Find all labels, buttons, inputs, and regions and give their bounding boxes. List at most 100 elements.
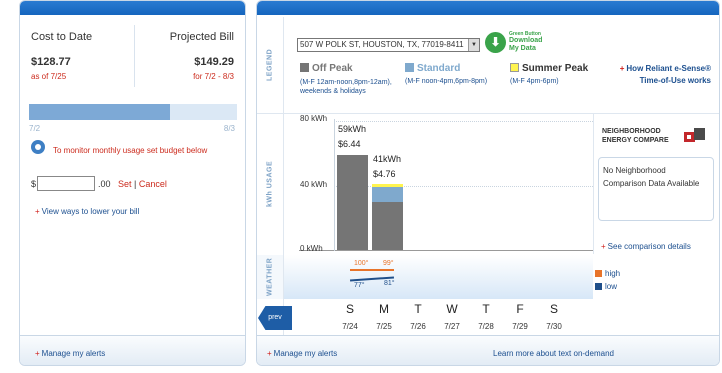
off-peak-label: Off Peak — [312, 63, 353, 74]
budget-actions: Set | Cancel — [118, 179, 167, 189]
progress-fill — [29, 104, 171, 120]
currency-symbol: $ — [31, 179, 37, 189]
bar-7-24-off-peak[interactable] — [337, 154, 368, 250]
bar-7-25-summer-peak[interactable] — [372, 183, 403, 188]
summer-peak-swatch — [510, 63, 519, 72]
left-panel-footer: + Manage my alerts — [20, 335, 245, 365]
manage-alerts-link-left[interactable]: + Manage my alerts — [35, 349, 105, 358]
as-of-date: as of 7/25 — [31, 72, 67, 81]
day-4[interactable]: T 7/28 — [471, 302, 501, 331]
day-6[interactable]: S 7/30 — [539, 302, 569, 331]
bar-7-25-off-peak[interactable] — [372, 201, 403, 250]
day-1[interactable]: M 7/25 — [369, 302, 399, 331]
address-value: 507 W POLK ST, HOUSTON, TX, 77019-8411 — [300, 40, 464, 49]
day-selector: S 7/24 M 7/25 T 7/26 W 7/27 T 7/28 F 7/29 S 7/30 — [335, 301, 585, 335]
cost-to-date-value: $128.77 — [31, 56, 71, 68]
day-5[interactable]: F 7/29 — [505, 302, 535, 331]
budget-input[interactable] — [37, 176, 95, 191]
how-it-works-link[interactable]: + How Reliant e-Sense® Time-of-Use works — [620, 63, 711, 87]
billing-cycle-progress — [29, 104, 237, 120]
weather-side-label: WEATHER — [257, 255, 283, 299]
summer-peak-label: Summer Peak — [522, 63, 589, 74]
low-legend: low — [595, 280, 620, 293]
day-0[interactable]: S 7/24 — [335, 302, 365, 331]
legend-side-label: LEGEND — [266, 48, 274, 82]
see-comparison-link[interactable]: + See comparison details — [601, 242, 691, 251]
budget-cents: .00 — [98, 179, 111, 189]
high-legend: high — [595, 267, 620, 280]
day-date: 7/24 — [342, 322, 358, 331]
neighborhood-compare: NEIGHBORHOOD ENERGY COMPARE No Neighborh… — [593, 114, 719, 254]
cancel-budget-link[interactable]: Cancel — [139, 179, 167, 189]
houses-icon — [684, 126, 706, 144]
day-2[interactable]: T 7/26 — [403, 302, 433, 331]
manage-alerts-right-label: Manage my alerts — [273, 349, 338, 358]
high-temp-2: 99° — [383, 260, 394, 267]
day-date: 7/30 — [546, 322, 562, 331]
standard-label: Standard — [417, 63, 461, 74]
progress-start: 7/2 — [29, 124, 41, 133]
prev-label: prev — [268, 314, 282, 321]
manage-alerts-label: Manage my alerts — [41, 349, 106, 358]
high-swatch — [595, 270, 602, 277]
standard-desc: (M-F noon-4pm,6pm-8pm) — [405, 78, 488, 85]
set-budget-link[interactable]: Set — [118, 179, 132, 189]
day-date: 7/29 — [512, 322, 528, 331]
chart-area: 80 kWh 40 kWh 0 kWh 59kWh $6.44 41kWh $4… — [284, 114, 593, 254]
low-swatch — [595, 283, 602, 290]
settings-gear-icon[interactable] — [31, 140, 45, 154]
standard-swatch — [405, 63, 414, 72]
learn-more-link[interactable]: Learn more about text on-demand — [493, 349, 614, 358]
usage-side-label: kWh USAGE — [266, 160, 274, 208]
weather-strip: 100° 99° 77° 81° — [284, 255, 593, 299]
prev-button[interactable]: prev — [258, 306, 292, 330]
weather-legend: high low — [595, 267, 620, 293]
low-label: low — [605, 282, 618, 291]
high-temp-line — [350, 269, 394, 271]
low-temp-1: 77° — [354, 282, 365, 289]
day-date: 7/28 — [478, 322, 494, 331]
lower-bill-link[interactable]: + View ways to lower your bill — [35, 207, 139, 216]
plus-icon: + — [619, 64, 625, 73]
day-weekday: W — [446, 302, 458, 316]
left-panel-header — [20, 1, 245, 15]
off-peak-desc: (M-F 12am-noon,8pm-12am), weekends & hol… — [300, 79, 392, 95]
low-temp-2: 81° — [384, 280, 395, 287]
day-weekday: S — [345, 302, 354, 316]
day-date: 7/26 — [410, 322, 426, 331]
comparison-box: No Neighborhood Comparison Data Availabl… — [598, 157, 714, 221]
summer-peak-desc: (M-F 4pm-6pm) — [510, 78, 559, 85]
green-button-line2: Download — [509, 37, 543, 44]
day-weekday: T — [482, 302, 490, 316]
neighborhood-title-line2: ENERGY COMPARE — [602, 137, 669, 144]
bar-layer — [284, 114, 593, 254]
day-3[interactable]: W 7/27 — [437, 302, 467, 331]
divider — [134, 25, 135, 87]
day-weekday: F — [516, 302, 524, 316]
day-date: 7/27 — [444, 322, 460, 331]
download-icon: ⬇ — [485, 32, 506, 53]
projected-period: for 7/2 - 8/3 — [193, 72, 234, 81]
progress-end: 8/3 — [223, 124, 235, 133]
lower-bill-link-label: View ways to lower your bill — [41, 207, 140, 216]
action-separator: | — [134, 179, 137, 189]
off-peak-swatch — [300, 63, 309, 72]
green-button-line3: My Data — [509, 45, 536, 52]
bar-7-25-standard[interactable] — [372, 187, 403, 202]
how-link-line1: How Reliant e-Sense® — [626, 64, 711, 73]
cost-to-date-label: Cost to Date — [31, 31, 93, 43]
projected-bill-label: Projected Bill — [169, 31, 234, 43]
green-button-download[interactable]: ⬇ Green Button Download My Data — [485, 31, 545, 55]
usage-panel: LEGEND 507 W POLK ST, HOUSTON, TX, 77019… — [256, 0, 720, 366]
dropdown-arrow-icon[interactable]: ▼ — [468, 39, 479, 51]
legend-summer-peak: Summer Peak (M-F 4pm-6pm) — [510, 63, 595, 85]
neighborhood-title-line1: NEIGHBORHOOD — [602, 128, 661, 135]
manage-alerts-link-right[interactable]: + Manage my alerts — [267, 349, 337, 358]
budget-instruction: To monitor monthly usage set budget belo… — [53, 146, 208, 155]
projected-bill-value: $149.29 — [194, 56, 234, 68]
how-link-line2: Time-of-Use works — [639, 76, 711, 85]
bill-summary-panel: Cost to Date $128.77 as of 7/25 Projecte… — [19, 0, 246, 366]
day-date: 7/25 — [376, 322, 392, 331]
plus-icon: + — [35, 349, 40, 358]
address-select[interactable]: 507 W POLK ST, HOUSTON, TX, 77019-8411 ▼ — [297, 38, 480, 52]
